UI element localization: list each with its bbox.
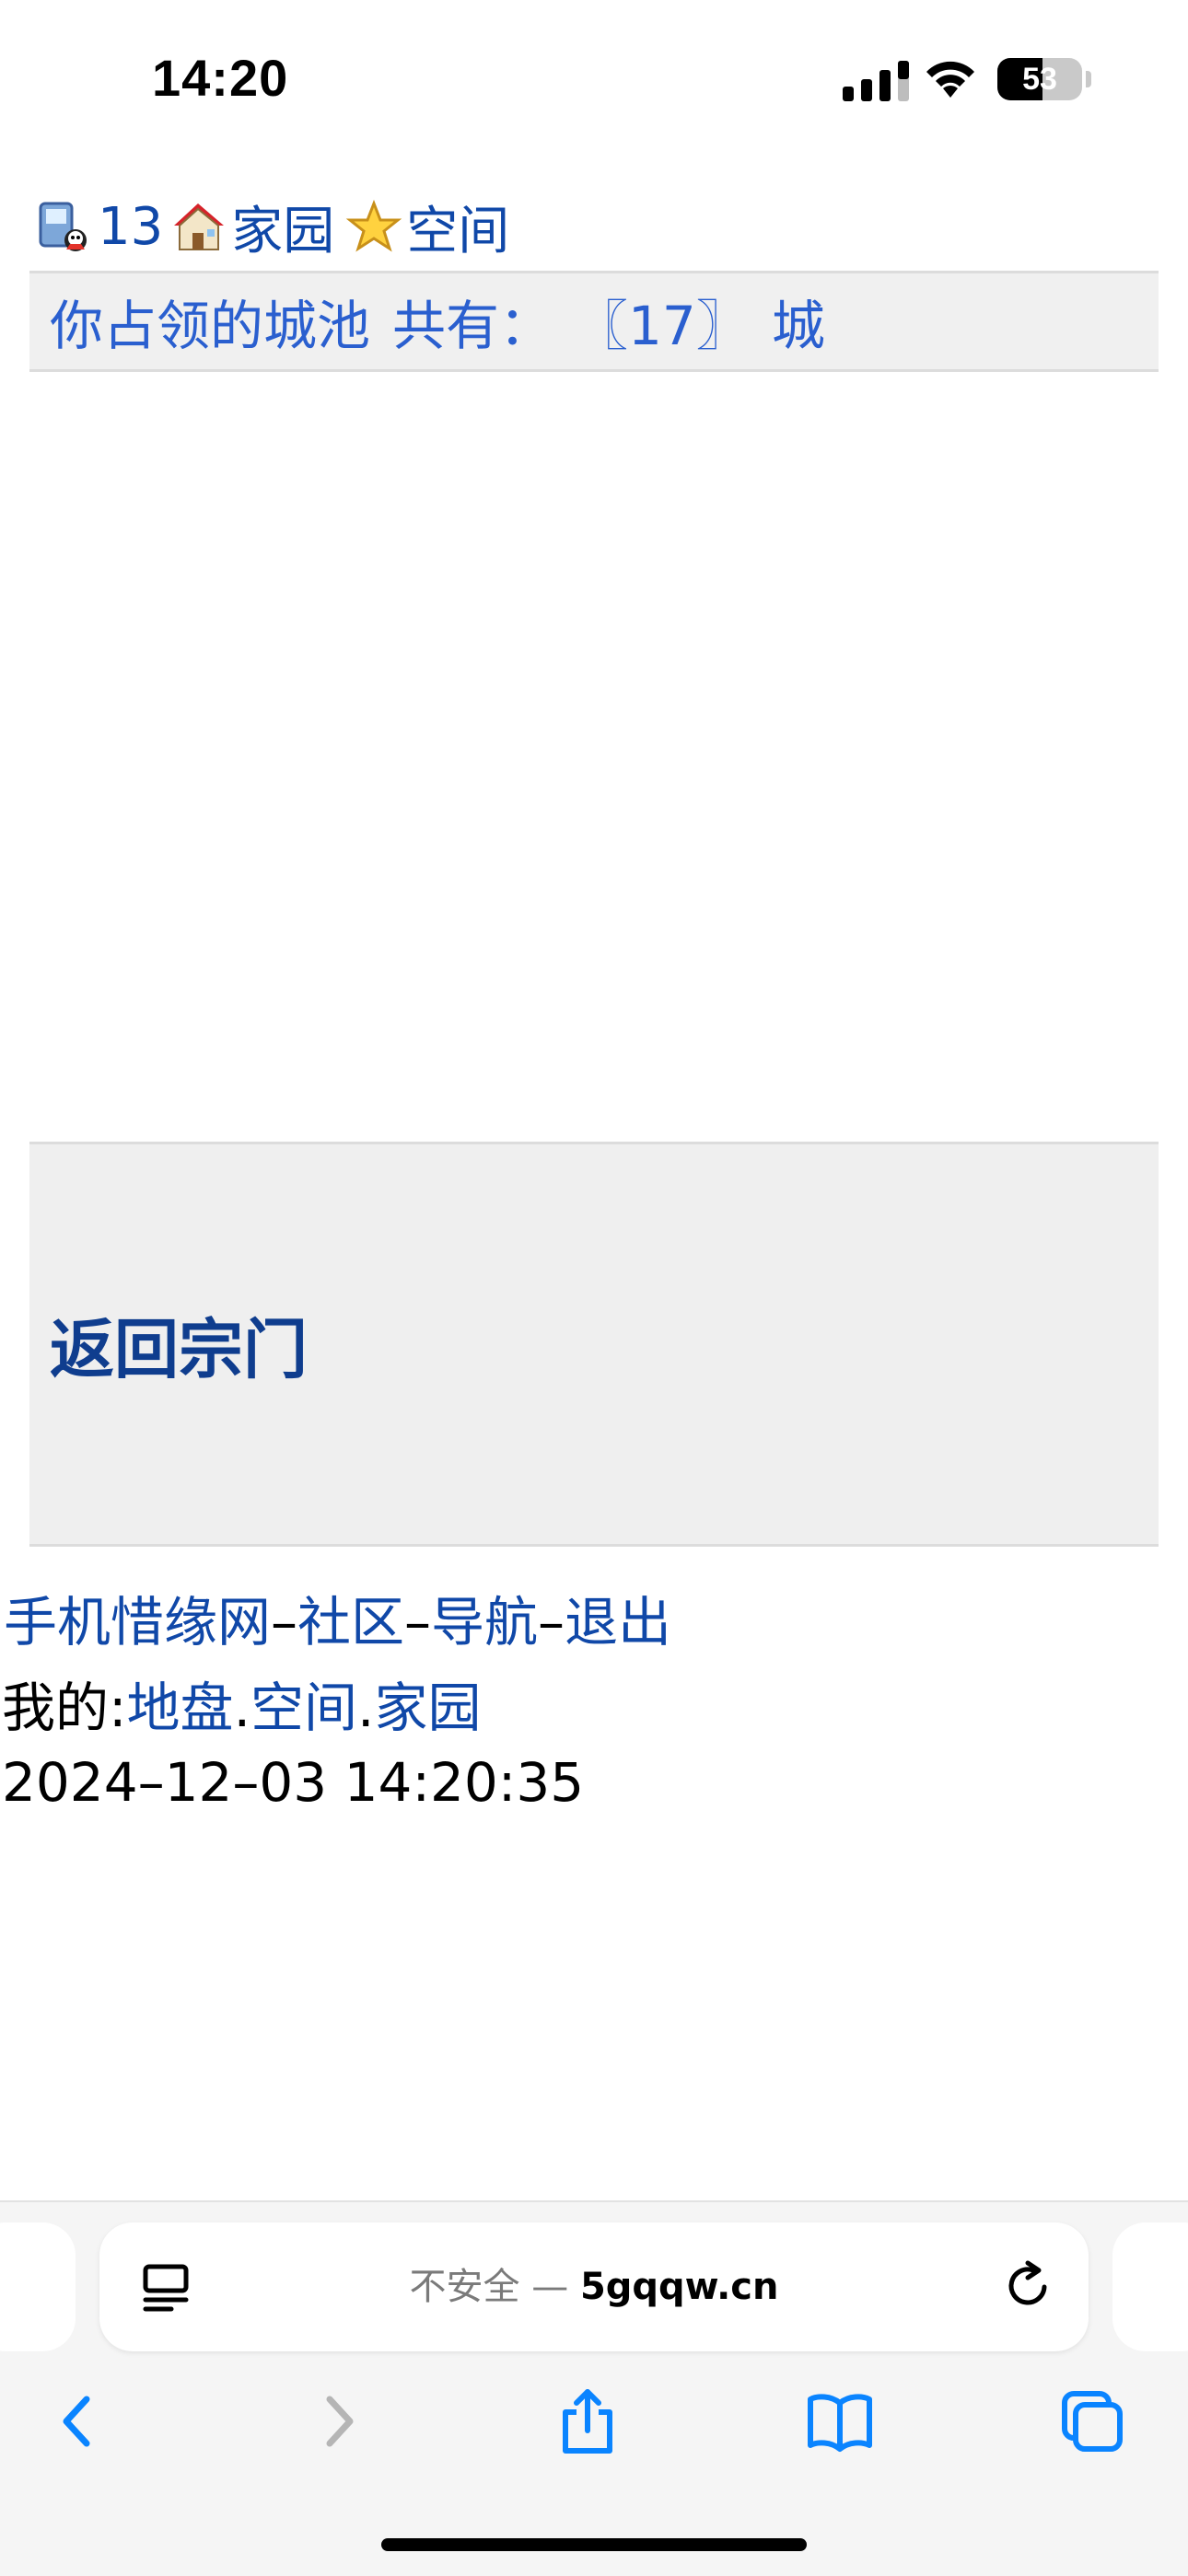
tabs-icon[interactable] — [1055, 2385, 1129, 2458]
home-indicator — [381, 2538, 807, 2551]
reload-icon[interactable] — [1000, 2257, 1055, 2313]
footer-link-site[interactable]: 手机惜缘网 — [4, 1591, 271, 1654]
address-text[interactable]: 不安全 — 5gqqw.cn — [239, 2261, 949, 2313]
my-links-separator: . — [233, 1677, 250, 1739]
battery-tip — [1086, 71, 1091, 87]
footer-separator: – — [271, 1591, 298, 1654]
footer-link-community[interactable]: 社区 — [297, 1591, 404, 1654]
count-link[interactable]: 13 — [98, 197, 163, 257]
my-links-row: 我的:地盘.空间.家园 — [2, 1665, 481, 1742]
forward-icon[interactable] — [300, 2385, 374, 2458]
bookmarks-icon[interactable] — [803, 2385, 877, 2458]
cities-title-bar: 你占领的城池 共有： 〖17〗 城 — [29, 271, 1159, 372]
battery-icon: 53 — [997, 58, 1082, 100]
cities-suffix: 城 — [771, 295, 825, 357]
cities-title-prefix: 你占领的城池 — [50, 295, 371, 357]
footer-separator: – — [538, 1591, 565, 1654]
house-icon — [170, 198, 227, 255]
footer-nav: 手机惜缘网–社区–导航–退出 — [4, 1579, 671, 1656]
next-tab-peek[interactable] — [1112, 2222, 1188, 2351]
footer-link-navigation[interactable]: 导航 — [431, 1591, 538, 1654]
wifi-icon — [926, 61, 974, 98]
my-link-space[interactable]: 空间 — [250, 1677, 357, 1739]
server-timestamp: 2024–12–03 14:20:35 — [2, 1751, 585, 1814]
my-links-prefix: 我的: — [2, 1677, 127, 1739]
status-bar: 14:20 53 — [0, 0, 1188, 157]
back-to-sect-panel: 返回宗门 — [29, 1142, 1159, 1547]
share-icon[interactable] — [551, 2385, 624, 2458]
battery-percentage: 53 — [1022, 62, 1057, 97]
my-link-territory[interactable]: 地盘 — [127, 1677, 234, 1739]
footer-separator: – — [404, 1591, 432, 1654]
status-time: 14:20 — [152, 49, 289, 107]
back-to-sect-link[interactable]: 返回宗门 — [50, 1298, 308, 1391]
space-link[interactable]: 空间 — [406, 190, 509, 264]
previous-tab-peek[interactable] — [0, 2222, 76, 2351]
domain-label: 5gqqw.cn — [579, 2266, 779, 2308]
my-link-home[interactable]: 家园 — [374, 1677, 481, 1739]
reader-mode-icon[interactable] — [138, 2263, 197, 2313]
footer-link-logout[interactable]: 退出 — [565, 1591, 671, 1654]
security-label: 不安全 — — [409, 2266, 580, 2308]
top-links-row: 13 家园 空间 — [37, 193, 509, 261]
back-icon[interactable] — [42, 2385, 116, 2458]
cities-total-label: 共有： — [392, 295, 553, 357]
star-icon — [345, 198, 402, 255]
my-links-separator: . — [357, 1677, 375, 1739]
home-link[interactable]: 家园 — [231, 190, 334, 264]
qq-user-icon — [37, 198, 94, 255]
cities-count: 〖17〗 — [575, 295, 750, 357]
cellular-signal-icon — [843, 61, 909, 101]
